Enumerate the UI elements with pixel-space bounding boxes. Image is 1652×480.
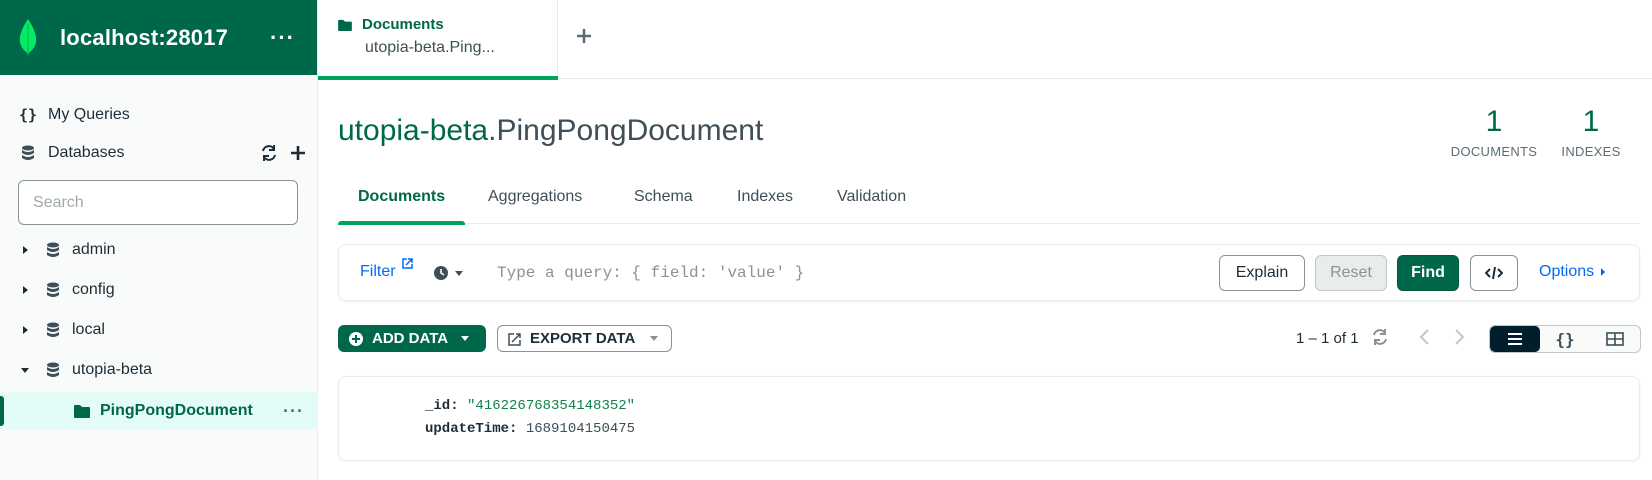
namespace-db: utopia-beta	[338, 114, 489, 147]
add-data-label: ADD DATA	[372, 330, 449, 347]
export-to-language-button[interactable]	[1470, 255, 1518, 291]
database-item-utopia-beta[interactable]: utopia-beta	[0, 350, 318, 390]
field-key: updateTime:	[425, 421, 518, 437]
documents-stat: 1 DOCUMENTS	[1446, 104, 1542, 159]
collection-tabs: Documents Aggregations Schema Indexes Va…	[337, 180, 1640, 225]
refresh-icon[interactable]	[1371, 328, 1389, 346]
database-icon	[16, 145, 40, 161]
mongodb-leaf-icon	[19, 18, 37, 57]
query-history-button[interactable]	[433, 265, 464, 281]
export-data-label: EXPORT DATA	[530, 330, 636, 347]
tab-indexes[interactable]: Indexes	[737, 180, 793, 224]
view-toggle: {}	[1489, 325, 1641, 353]
list-icon	[1508, 333, 1522, 345]
external-link-icon[interactable]	[402, 258, 413, 269]
chevron-down-icon	[461, 336, 470, 341]
databases-label: Databases	[48, 144, 125, 161]
database-label: admin	[72, 241, 116, 258]
table-icon	[1606, 332, 1624, 346]
explain-button[interactable]: Explain	[1219, 255, 1305, 291]
collection-menu-button[interactable]: ···	[283, 401, 304, 422]
connection-header: localhost:28017 ···	[0, 0, 317, 75]
workspace-tabs: Documents utopia-beta.Ping...	[318, 0, 1652, 80]
my-queries-label: My Queries	[48, 106, 130, 123]
tab-documents[interactable]: Documents utopia-beta.Ping...	[318, 0, 558, 80]
database-item-config[interactable]: config	[0, 270, 318, 310]
caret-right-icon[interactable]	[20, 325, 30, 335]
connection-title: localhost:28017	[60, 24, 229, 50]
database-label: config	[72, 281, 115, 298]
indexes-count: 1	[1582, 105, 1600, 138]
database-icon	[46, 242, 60, 258]
namespace-collection: .PingPongDocument	[488, 114, 764, 147]
database-icon	[46, 362, 60, 378]
list-view-button[interactable]	[1490, 326, 1540, 352]
refresh-icon[interactable]	[260, 144, 278, 162]
tab-subtitle: utopia-beta.Ping...	[365, 39, 495, 56]
indexes-stat: 1 INDEXES	[1560, 104, 1622, 159]
plus-circle-icon	[349, 331, 363, 346]
add-data-button[interactable]: ADD DATA	[338, 325, 486, 352]
curly-braces-icon: {}	[18, 106, 38, 124]
export-icon	[508, 332, 521, 346]
database-icon	[46, 322, 60, 338]
database-label: local	[72, 321, 105, 338]
document-field-id: _id: "416226768354148352"	[425, 398, 635, 414]
folder-icon	[74, 404, 90, 418]
databases-item[interactable]: Databases	[0, 133, 318, 173]
query-input[interactable]	[497, 259, 1157, 287]
options-toggle[interactable]: Options	[1539, 263, 1606, 281]
curly-braces-icon: {}	[1555, 329, 1575, 349]
add-tab-button[interactable]	[576, 20, 592, 51]
chevron-down-icon	[650, 336, 659, 341]
field-key: _id:	[425, 398, 459, 414]
tab-schema[interactable]: Schema	[634, 180, 693, 224]
tab-aggregations[interactable]: Aggregations	[488, 180, 582, 224]
collection-label: PingPongDocument	[100, 402, 253, 419]
database-item-local[interactable]: local	[0, 310, 318, 350]
tab-validation[interactable]: Validation	[837, 180, 906, 224]
documents-count: 1	[1485, 105, 1503, 138]
caret-right-icon	[1601, 268, 1606, 276]
clock-icon	[434, 266, 448, 280]
field-value: 1689104150475	[525, 421, 636, 437]
database-icon	[46, 282, 60, 298]
query-bar: Filter Explain Reset Find Options	[338, 244, 1640, 301]
json-view-button[interactable]: {}	[1540, 326, 1590, 352]
reset-button[interactable]: Reset	[1315, 255, 1387, 291]
document-card[interactable]: _id: "416226768354148352" updateTime: 16…	[338, 376, 1640, 461]
table-view-button[interactable]	[1590, 326, 1640, 352]
tab-documents-sub[interactable]: Documents	[337, 180, 466, 225]
find-button[interactable]: Find	[1397, 255, 1459, 291]
options-label: Options	[1539, 263, 1595, 280]
chevron-right-icon[interactable]	[1454, 328, 1466, 346]
field-value: "416226768354148352"	[467, 398, 636, 414]
documents-label: DOCUMENTS	[1450, 144, 1538, 159]
folder-icon	[338, 19, 352, 31]
code-icon	[1485, 266, 1503, 280]
my-queries-item[interactable]: {} My Queries	[0, 95, 318, 135]
chevron-left-icon[interactable]	[1418, 328, 1430, 346]
sidebar: localhost:28017 ··· {} My Queries Databa…	[0, 0, 318, 480]
filter-link[interactable]: Filter	[360, 263, 396, 281]
caret-down-icon[interactable]	[20, 367, 30, 374]
pagination-text: 1 – 1 of 1	[1296, 330, 1359, 347]
tab-title: Documents	[362, 16, 444, 33]
indexes-label: INDEXES	[1561, 144, 1621, 159]
document-field-updatetime: updateTime: 1689104150475	[425, 421, 635, 437]
database-label: utopia-beta	[72, 361, 153, 378]
namespace-title: utopia-beta.PingPongDocument	[338, 114, 763, 148]
plus-icon	[577, 29, 591, 43]
connection-menu-button[interactable]: ···	[262, 26, 303, 49]
caret-right-icon[interactable]	[20, 245, 30, 255]
sidebar-search-input[interactable]	[18, 180, 298, 225]
caret-right-icon[interactable]	[20, 285, 30, 295]
chevron-down-icon	[455, 270, 463, 276]
export-data-button[interactable]: EXPORT DATA	[497, 325, 672, 352]
database-item-admin[interactable]: admin	[0, 230, 318, 270]
collection-item-pingpongdocument[interactable]: PingPongDocument ···	[0, 392, 318, 430]
add-database-icon[interactable]	[290, 145, 306, 161]
